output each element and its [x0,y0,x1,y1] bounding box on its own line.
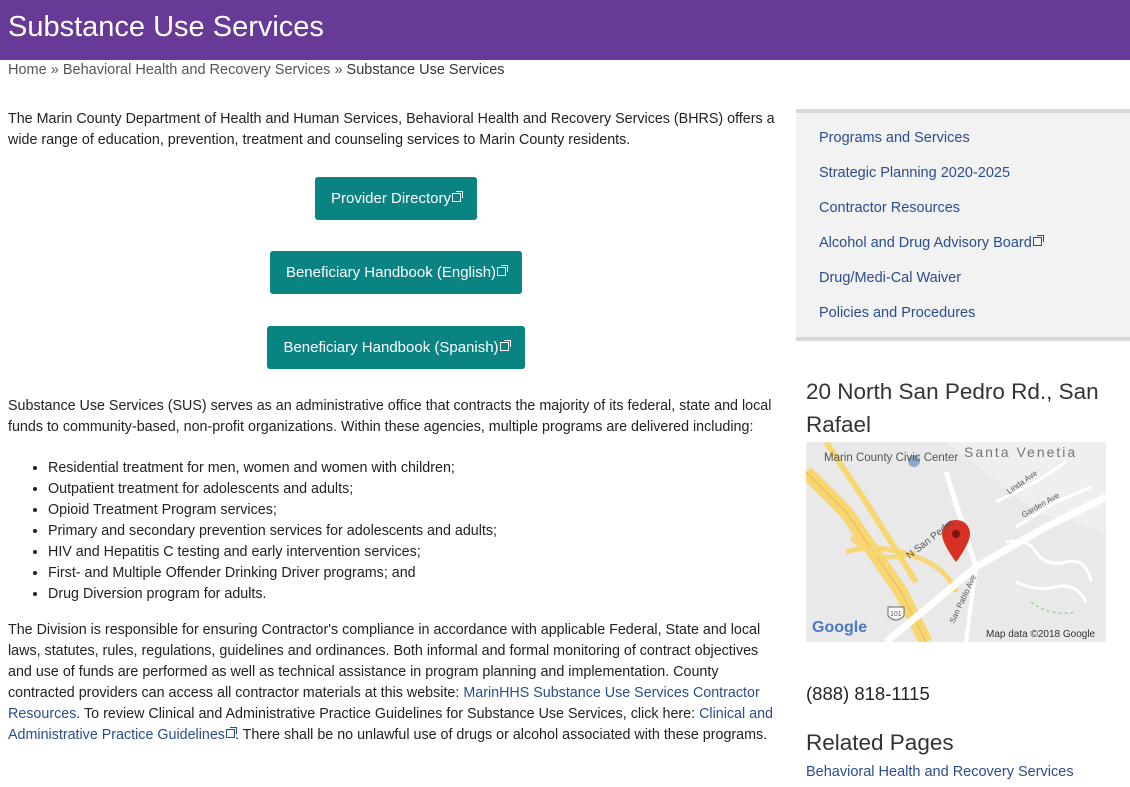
sidebar-item: Strategic Planning 2020-2025 [796,163,1130,198]
sidebar-item-advisory-board[interactable]: Alcohol and Drug Advisory Board [819,235,1044,251]
external-link-icon [225,727,237,738]
location-pin-dot [952,530,960,538]
beneficiary-handbook-english-button[interactable]: Beneficiary Handbook (English) [269,251,523,294]
sidebar-item: Policies and Procedures [796,303,1130,338]
breadcrumb-separator: » [334,62,343,78]
provider-directory-wrap: Provider Directory [8,177,784,220]
list-item: Outpatient treatment for adolescents and… [48,479,784,500]
google-logo: Google [812,619,868,636]
division-paragraph: The Division is responsible for ensuring… [8,620,784,746]
sidebar-item-medi-cal-waiver[interactable]: Drug/Medi-Cal Waiver [819,270,961,286]
address-heading: 20 North San Pedro Rd., San Rafael [806,379,1099,437]
sidebar-item: Drug/Medi-Cal Waiver [796,268,1130,303]
map-label-santa-venetia: Santa Venetia [964,444,1078,460]
breadcrumb: Home » Behavioral Health and Recovery Se… [8,62,505,78]
sidebar-item: Contractor Resources [796,198,1130,233]
intro-paragraph: The Marin County Department of Health an… [8,111,775,148]
sidebar-item-strategic-planning[interactable]: Strategic Planning 2020-2025 [819,165,1010,181]
list-item: First- and Multiple Offender Drinking Dr… [48,563,784,584]
division-text-2: . To review Clinical and Administrative … [76,706,700,722]
sidebar-item: Alcohol and Drug Advisory Board [796,233,1130,268]
handbook-spanish-wrap: Beneficiary Handbook (Spanish) [8,326,784,369]
external-link-icon [497,265,509,276]
page-title: Substance Use Services [8,11,324,43]
external-link-icon [499,340,511,351]
sidebar-item-contractor-resources[interactable]: Contractor Resources [819,200,960,216]
list-item: Drug Diversion program for adults. [48,584,784,605]
list-item: Opioid Treatment Program services; [48,500,784,521]
main-content: The Marin County Department of Health an… [8,109,784,743]
breadcrumb-home-link[interactable]: Home [8,62,47,78]
sidebar-item-policies[interactable]: Policies and Procedures [819,305,975,321]
external-link-icon [1032,235,1044,246]
handbook-spanish-label: Beneficiary Handbook (Spanish) [283,339,499,356]
breadcrumb-current: Substance Use Services [346,62,505,78]
map-label-highway: 101 [890,611,902,618]
sidebar-menu: Programs and Services Strategic Planning… [796,109,1130,341]
list-item: Residential treatment for men, women and… [48,458,784,479]
handbook-english-label: Beneficiary Handbook (English) [285,264,497,281]
external-link-icon [452,191,464,202]
beneficiary-handbook-spanish-button[interactable]: Beneficiary Handbook (Spanish) [267,326,525,369]
page-header: Substance Use Services [0,0,1130,60]
map-attribution: Map data ©2018 Google [986,629,1096,640]
handbook-english-wrap: Beneficiary Handbook (English) [8,251,784,294]
list-item: Primary and secondary prevention service… [48,521,784,542]
breadcrumb-separator: » [50,62,59,78]
related-pages-heading: Related Pages [806,730,954,755]
phone-number: (888) 818-1115 [806,683,930,704]
sidebar-item-programs-and-services[interactable]: Programs and Services [819,130,970,146]
map-label-civic-center: Marin County Civic Center [824,452,959,464]
advisory-board-label: Alcohol and Drug Advisory Board [819,235,1032,251]
programs-list: Residential treatment for men, women and… [8,458,784,605]
location-map[interactable]: Marin County Civic Center Santa Venetia … [806,442,1106,642]
list-item: HIV and Hepatitis C testing and early in… [48,542,784,563]
division-text-3: . There shall be no unlawful use of drug… [234,727,768,743]
sidebar-item: Programs and Services [796,128,1130,163]
provider-directory-label: Provider Directory [330,190,452,207]
related-page-bhrs-link[interactable]: Behavioral Health and Recovery Services [806,764,1074,780]
provider-directory-button[interactable]: Provider Directory [314,177,478,220]
breadcrumb-parent-link[interactable]: Behavioral Health and Recovery Services [63,62,331,78]
sus-paragraph: Substance Use Services (SUS) serves as a… [8,398,772,435]
